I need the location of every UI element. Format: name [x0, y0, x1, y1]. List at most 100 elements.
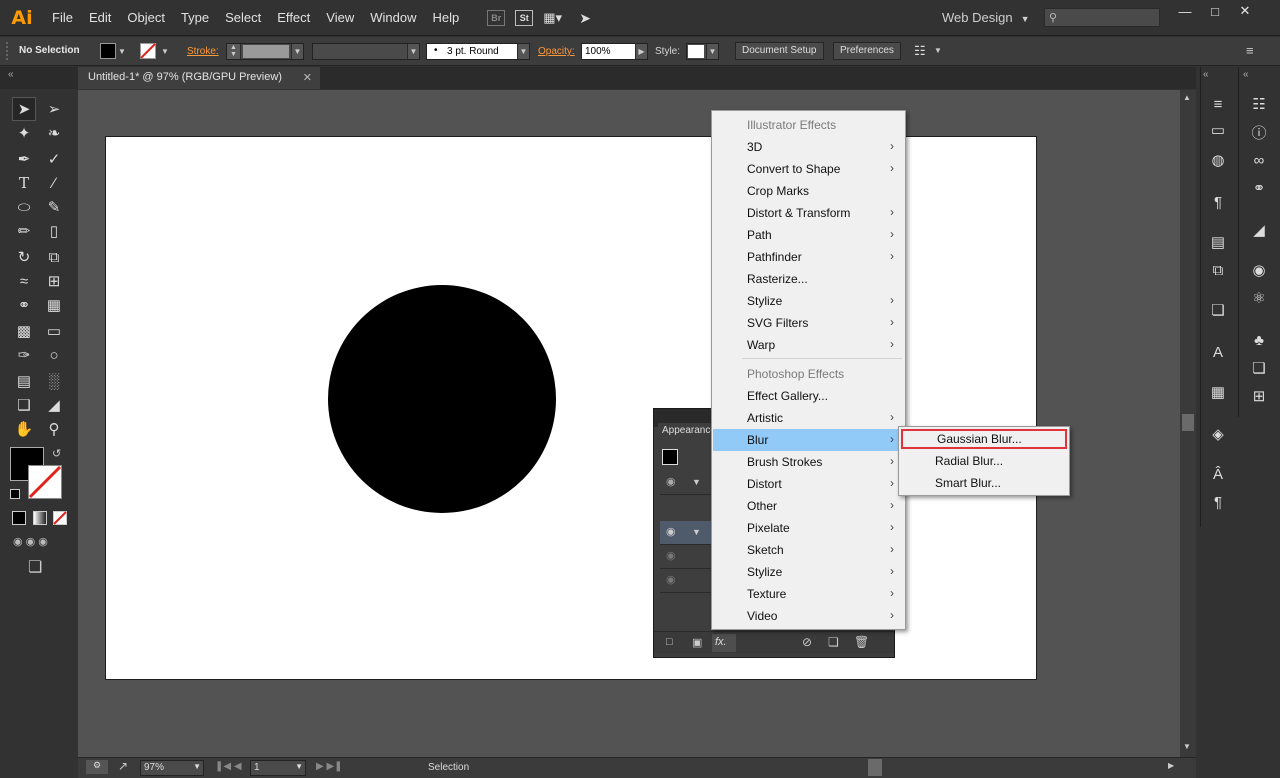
menu-object[interactable]: Object [119, 0, 173, 36]
arrange-documents-icon[interactable]: ▦▾ [543, 10, 569, 26]
opacity-label[interactable]: Opacity: [538, 46, 575, 57]
menu-file[interactable]: File [44, 0, 81, 36]
pencil-tool-icon[interactable]: ✏ [12, 219, 36, 243]
menu-item-pixelate[interactable]: Pixelate › [713, 517, 904, 539]
collapse-icon[interactable]: « [8, 69, 14, 80]
menu-item-distort-transform[interactable]: Distort & Transform › [713, 202, 904, 224]
drawing-modes-icon[interactable]: ◉ ◉ ◉ [13, 535, 69, 549]
column-graph-tool-icon[interactable]: ░ [42, 369, 66, 393]
fill-swatch[interactable] [100, 43, 116, 59]
type-tool-icon[interactable]: T [12, 171, 36, 195]
stroke-weight-value[interactable] [243, 45, 289, 58]
scroll-right-icon[interactable]: ▶ [1168, 761, 1174, 770]
stock-button[interactable]: St [515, 9, 534, 26]
hand-tool-icon[interactable]: ✋ [12, 417, 36, 441]
menu-item-gaussian-blur[interactable]: Gaussian Blur... [901, 429, 1067, 449]
menu-item-pathfinder[interactable]: Pathfinder › [713, 246, 904, 268]
properties-icon[interactable]: ≡ [1203, 93, 1233, 115]
chevron-down-icon[interactable]: ▼ [295, 762, 303, 771]
paintbrush-tool-icon[interactable]: ✎ [42, 195, 66, 219]
stroke-color-box[interactable] [28, 465, 62, 499]
gradient-tool-icon[interactable]: ▭ [42, 319, 66, 343]
character-icon[interactable]: A [1203, 341, 1233, 363]
width-tool-icon[interactable]: ≈ [12, 269, 36, 293]
eye-icon[interactable]: ◉ [666, 573, 676, 586]
pen-tool-icon[interactable]: ✒ [12, 147, 36, 171]
eyedropper-tool-icon[interactable]: ✑ [12, 343, 36, 367]
transform-icon[interactable]: ⧉ [1203, 259, 1233, 281]
minimize-button[interactable]: — [1170, 2, 1200, 20]
menu-item-sketch[interactable]: Sketch › [713, 539, 904, 561]
line-tool-icon[interactable]: ∕ [42, 171, 66, 195]
menu-effect[interactable]: Effect [269, 0, 318, 36]
panel-menu-icon[interactable]: ≡ [1246, 43, 1254, 58]
scroll-down-icon[interactable]: ▼ [1183, 742, 1191, 751]
menu-item-rasterize[interactable]: Rasterize... [713, 268, 904, 290]
gpu-performance-icon[interactable]: ➤ [579, 10, 599, 26]
selection-tool-icon[interactable]: ➤ [12, 97, 36, 121]
vertical-scrollbar[interactable]: ▲ ▼ [1180, 90, 1196, 757]
scroll-up-icon[interactable]: ▲ [1183, 93, 1191, 102]
first-page-icon[interactable]: ❚◀ ◀ [215, 761, 242, 772]
direct-selection-tool-icon[interactable]: ➢ [42, 97, 66, 121]
appearance-icon[interactable]: ◢ [1244, 219, 1274, 241]
stroke-label[interactable]: Stroke: [187, 46, 219, 57]
info-icon[interactable]: ⓘ [1244, 121, 1274, 143]
menu-help[interactable]: Help [424, 0, 467, 36]
menu-item-other[interactable]: Other › [713, 495, 904, 517]
menu-item-effect-gallery[interactable]: Effect Gallery... [713, 385, 904, 407]
disclosure-icon[interactable]: ▼ [692, 527, 701, 537]
menu-type[interactable]: Type [173, 0, 217, 36]
duplicate-item-icon[interactable]: ❏ [828, 635, 839, 649]
menu-item-convert-to-shape[interactable]: Convert to Shape › [713, 158, 904, 180]
chevron-down-icon[interactable]: ▼ [706, 44, 718, 59]
menu-item-blur[interactable]: Blur › [713, 429, 904, 451]
add-stroke-icon[interactable]: □ [666, 636, 673, 648]
mesh-tool-icon[interactable]: ▩ [12, 319, 36, 343]
gpu-icon[interactable]: ⚙ [86, 760, 108, 774]
paragraph-styles-icon[interactable]: ¶ [1203, 491, 1233, 513]
eye-icon[interactable]: ◉ [666, 525, 676, 538]
menu-window[interactable]: Window [362, 0, 424, 36]
menu-select[interactable]: Select [217, 0, 269, 36]
perspective-grid-tool-icon[interactable]: ▦ [42, 293, 66, 317]
curvature-tool-icon[interactable]: ✓ [42, 147, 66, 171]
swap-colors-icon[interactable]: ↺ [52, 447, 61, 460]
gradient-icon[interactable]: ▭ [1203, 119, 1233, 141]
slice-tool-icon[interactable]: ◢ [42, 393, 66, 417]
creative-cloud-icon[interactable]: ∞ [1244, 149, 1274, 171]
collapse-icon[interactable]: « [1203, 69, 1209, 80]
stroke-weight-field[interactable]: ▲ ▼ ▼ [226, 43, 304, 60]
magic-wand-tool-icon[interactable]: ✦ [12, 121, 36, 145]
fx-button[interactable]: fx. [712, 634, 736, 652]
collapse-icon[interactable]: « [1243, 69, 1249, 80]
close-button[interactable]: ✕ [1230, 2, 1260, 20]
links-icon[interactable]: ⚭ [1244, 177, 1274, 199]
shape-builder-tool-icon[interactable]: ⚭ [12, 293, 36, 317]
menu-item-distort[interactable]: Distort › [713, 473, 904, 495]
layers-icon[interactable]: ◈ [1203, 423, 1233, 445]
artboard-tool-icon[interactable]: ❑ [12, 393, 36, 417]
menu-item-texture[interactable]: Texture › [713, 583, 904, 605]
artboards-icon[interactable]: ☷ [1244, 93, 1274, 115]
menu-item-stylize-ps[interactable]: Stylize › [713, 561, 904, 583]
disclosure-icon[interactable]: ▼ [692, 477, 701, 487]
libraries-icon[interactable]: ❏ [1244, 357, 1274, 379]
maximize-button[interactable]: □ [1200, 2, 1230, 20]
clear-appearance-icon[interactable]: ⊘ [802, 635, 812, 649]
rotate-tool-icon[interactable]: ↻ [12, 245, 36, 269]
document-tab[interactable]: Untitled-1* @ 97% (RGB/GPU Preview) ✕ [78, 67, 320, 89]
menu-edit[interactable]: Edit [81, 0, 119, 36]
graphic-style-dropdown[interactable]: ▼ [686, 43, 719, 60]
zoom-field[interactable]: 97% ▼ [140, 760, 204, 776]
chevron-down-icon[interactable]: ▼ [291, 44, 303, 59]
menu-item-warp[interactable]: Warp › [713, 334, 904, 356]
none-mode-icon[interactable] [53, 511, 67, 525]
menu-item-radial-blur[interactable]: Radial Blur... [901, 451, 1067, 471]
scroll-thumb[interactable] [1182, 414, 1194, 431]
blend-tool-icon[interactable]: ○ [42, 343, 66, 367]
free-transform-tool-icon[interactable]: ⊞ [42, 269, 66, 293]
menu-item-smart-blur[interactable]: Smart Blur... [901, 473, 1067, 493]
menu-item-artistic[interactable]: Artistic › [713, 407, 904, 429]
menu-item-3d[interactable]: 3D › [713, 136, 904, 158]
